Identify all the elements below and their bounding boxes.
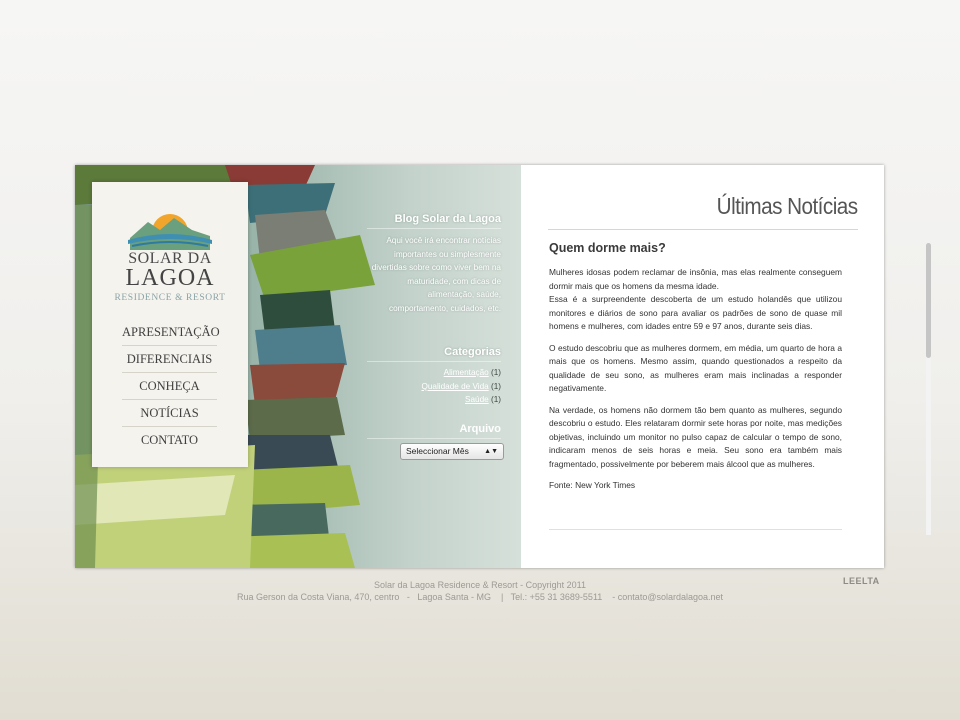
main-nav: APRESENTAÇÃO DIFERENCIAIS CONHEÇA NOTÍCI… bbox=[122, 319, 220, 453]
brand-box: SOLAR DA LAGOA RESIDENCE & RESORT APRESE… bbox=[92, 182, 248, 467]
left-panel: SOLAR DA LAGOA RESIDENCE & RESORT APRESE… bbox=[75, 165, 521, 568]
article-paragraph: O estudo descobriu que as mulheres dorme… bbox=[549, 342, 842, 394]
scrollbar-thumb[interactable] bbox=[926, 243, 931, 358]
page-title: Últimas Notícias bbox=[717, 193, 858, 219]
logo-text-line2: LAGOA bbox=[125, 265, 215, 291]
nav-item-conheca[interactable]: CONHEÇA bbox=[122, 373, 217, 400]
archive-section: Arquivo bbox=[367, 423, 501, 439]
select-arrows-icon: ▲▼ bbox=[484, 448, 498, 455]
footer-address: Rua Gerson da Costa Viana, 470, centro -… bbox=[236, 592, 616, 602]
footer-email-link[interactable]: contato@solardalagoa.net bbox=[618, 592, 723, 602]
category-count: (1) bbox=[490, 381, 501, 391]
archive-month-select[interactable]: Seleccionar Mês ▲▼ bbox=[400, 443, 504, 460]
article-source: Fonte: New York Times bbox=[549, 480, 636, 490]
article: Quem dorme mais? Mulheres idosas podem r… bbox=[549, 241, 842, 533]
category-count: (1) bbox=[490, 395, 501, 404]
blog-title: Blog Solar da Lagoa bbox=[367, 213, 501, 229]
content-panel: Últimas Notícias Quem dorme mais? Mulher… bbox=[521, 165, 931, 568]
main-frame: SOLAR DA LAGOA RESIDENCE & RESORT APRESE… bbox=[75, 165, 931, 568]
category-link-alimentacao[interactable]: Alimentação bbox=[444, 368, 489, 377]
nav-item-apresentacao[interactable]: APRESENTAÇÃO bbox=[122, 319, 220, 346]
categories-title: Categorias bbox=[367, 346, 501, 362]
article-scrollbar[interactable] bbox=[926, 243, 931, 535]
nav-item-noticias[interactable]: NOTÍCIAS bbox=[122, 400, 217, 427]
category-link-saude[interactable]: Saúde bbox=[465, 395, 489, 404]
article-divider bbox=[549, 529, 842, 530]
article-title: Quem dorme mais? bbox=[549, 241, 666, 255]
nav-item-contato[interactable]: CONTATO bbox=[122, 427, 217, 453]
archive-title: Arquivo bbox=[367, 423, 501, 439]
article-paragraph: Mulheres idosas podem reclamar de insôni… bbox=[549, 267, 842, 291]
nav-item-diferenciais[interactable]: DIFERENCIAIS bbox=[122, 346, 217, 373]
blog-description: Aqui você irá encontrar notícias importa… bbox=[371, 236, 501, 313]
article-paragraph: Na verdade, os homens não dormem tão bem… bbox=[549, 404, 842, 469]
article-paragraph: Essa é a surpreendente descoberta de um … bbox=[549, 294, 842, 331]
footer-contact: Rua Gerson da Costa Viana, 470, centro -… bbox=[0, 591, 960, 603]
designer-credit-logo[interactable]: LEELTA bbox=[843, 576, 880, 586]
title-divider bbox=[548, 229, 858, 230]
categories-list: Alimentação (1) Qualidade de Vida (1) Sa… bbox=[367, 366, 501, 407]
category-item: Alimentação (1) bbox=[367, 366, 501, 380]
category-link-qualidade-de-vida[interactable]: Qualidade de Vida bbox=[421, 382, 488, 391]
category-count: (1) bbox=[490, 368, 501, 377]
category-item: Saúde (1) bbox=[367, 393, 501, 407]
footer-copyright: Solar da Lagoa Residence & Resort - Copy… bbox=[374, 580, 586, 590]
categories-section: Categorias bbox=[367, 346, 501, 362]
footer: Solar da Lagoa Residence & Resort - Copy… bbox=[0, 579, 960, 603]
logo-text-line3: RESIDENCE & RESORT bbox=[114, 293, 226, 303]
archive-select-value: Seleccionar Mês bbox=[406, 446, 469, 456]
logo-icon bbox=[128, 214, 212, 250]
blog-info: Blog Solar da Lagoa Aqui você irá encont… bbox=[367, 213, 501, 315]
category-item: Qualidade de Vida (1) bbox=[367, 380, 501, 394]
